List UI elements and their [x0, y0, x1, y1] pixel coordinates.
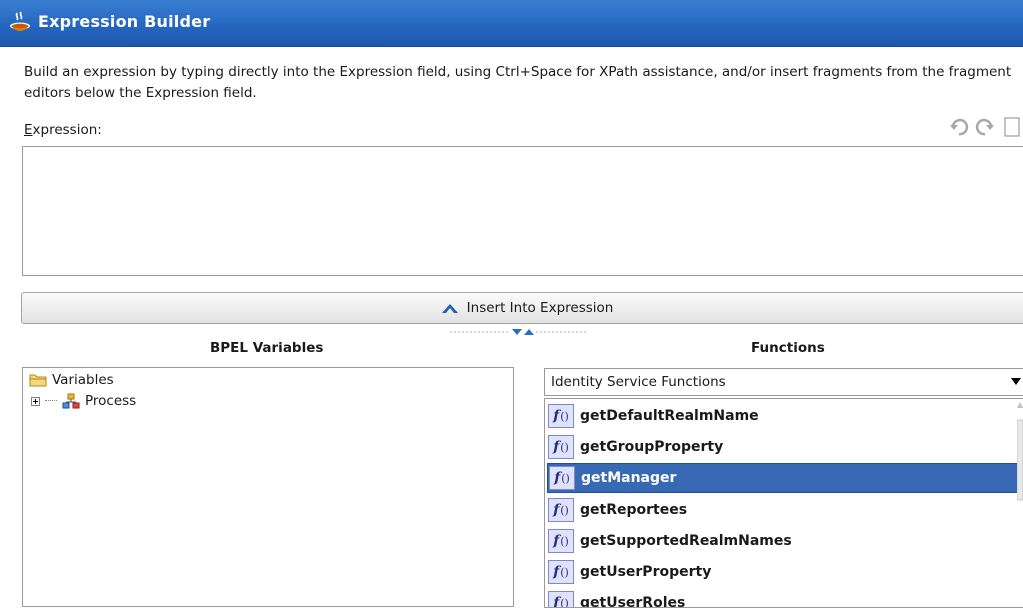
function-item-getreportees[interactable]: f() getReportees [547, 495, 1019, 525]
function-icon: f() [548, 404, 574, 428]
window-title: Expression Builder [38, 12, 211, 31]
function-item-getgroupproperty[interactable]: f() getGroupProperty [547, 432, 1019, 462]
chevron-down-icon[interactable] [1011, 378, 1021, 385]
expression-label: Expression: [24, 122, 102, 138]
function-item-getuserproperty[interactable]: f() getUserProperty [547, 557, 1019, 587]
clear-icon[interactable] [1000, 116, 1022, 138]
function-item-label: getReportees [580, 502, 688, 518]
expression-toolbar [948, 116, 1023, 140]
bpel-variables-title: BPEL Variables [210, 340, 324, 356]
tree-connector [45, 400, 57, 402]
function-item-label: getDefaultRealmName [580, 408, 759, 424]
tree-node-process[interactable]: Process [31, 391, 136, 411]
functions-list[interactable]: f() getDefaultRealmName f() getGroupProp… [544, 398, 1023, 608]
function-item-label: getSupportedRealmNames [580, 533, 792, 549]
function-icon: f() [548, 529, 574, 553]
function-item-label: getManager [581, 470, 677, 486]
tree-node-variables[interactable]: Variables [29, 370, 114, 390]
function-category-select[interactable]: Identity Service Functions [544, 368, 1023, 396]
expression-input[interactable] [23, 147, 1023, 275]
up-arrow-icon [441, 304, 458, 313]
function-item-getuserroles[interactable]: f() getUserRoles [547, 588, 1019, 608]
insert-into-expression-button[interactable]: Insert Into Expression [21, 292, 1023, 324]
functions-scrollbar[interactable] [1017, 400, 1023, 608]
tree-node-label: Variables [52, 372, 114, 388]
function-item-getmanager[interactable]: f() getManager [547, 463, 1019, 493]
bpel-variables-tree[interactable]: Variables Process [22, 367, 514, 607]
tree-node-label: Process [85, 393, 137, 409]
function-icon: f() [548, 435, 574, 459]
function-category-value: Identity Service Functions [551, 374, 726, 390]
function-item-label: getGroupProperty [580, 439, 724, 455]
function-item-label: getUserRoles [580, 595, 686, 608]
expand-icon[interactable] [31, 396, 40, 406]
function-item-getsupportedrealmnames[interactable]: f() getSupportedRealmNames [547, 526, 1019, 556]
expression-field[interactable] [22, 146, 1023, 276]
description-text: Build an expression by typing directly i… [24, 64, 1012, 101]
redo-icon[interactable] [974, 116, 996, 138]
function-icon: f() [548, 498, 574, 522]
functions-title: Functions [751, 340, 825, 356]
expression-label-text: xpression: [32, 122, 102, 138]
undo-icon[interactable] [948, 116, 970, 138]
function-icon: f() [549, 466, 575, 490]
title-bar: Expression Builder [0, 0, 1023, 47]
function-icon: f() [548, 560, 574, 584]
function-item-getdefaultrealmname[interactable]: f() getDefaultRealmName [547, 401, 1019, 431]
insert-button-label: Insert Into Expression [466, 300, 614, 316]
splitter-handle[interactable] [450, 326, 590, 338]
coffee-cup-icon [10, 11, 30, 31]
expression-label-mnemonic: E [24, 122, 33, 138]
function-item-label: getUserProperty [580, 564, 712, 580]
folder-icon [29, 374, 47, 387]
process-icon [62, 393, 80, 409]
